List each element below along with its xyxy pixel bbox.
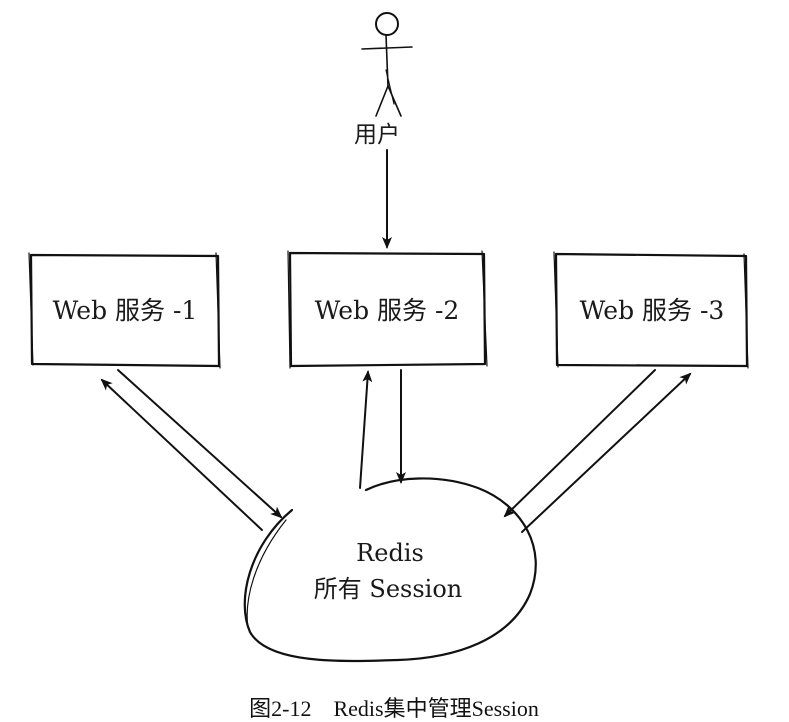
- web-service-1-box: Web 服务 -1: [28, 252, 221, 369]
- all-session-label: 所有 Session: [314, 575, 463, 603]
- user-label: 用户: [354, 122, 400, 148]
- redis-cloud-shape: [243, 477, 537, 663]
- user-actor: 用户: [354, 12, 413, 148]
- web-service-3-box: Web 服务 -3: [553, 251, 749, 369]
- service-1-to-redis-arrow: [117, 369, 283, 519]
- web-service-1-label: Web 服务 -1: [53, 296, 198, 325]
- session-diagram: 用户 Web 服务 -1 Web 服务 -2 Web 服务 -3 Redis 所…: [28, 12, 749, 721]
- redis-to-service-1-arrow: [100, 378, 263, 531]
- figure-caption: 图2-12 Redis集中管理Session: [249, 696, 539, 721]
- web-service-3-label: Web 服务 -3: [580, 296, 725, 325]
- web-service-2-label: Web 服务 -2: [315, 296, 460, 325]
- service-3-to-redis-arrow: [503, 369, 656, 518]
- redis-to-service-2-arrow: [359, 370, 373, 489]
- stick-figure-user-icon: [361, 12, 413, 117]
- redis-label: Redis: [356, 539, 424, 567]
- redis-to-service-3-arrow: [521, 372, 692, 533]
- redis-session-store: Redis 所有 Session: [243, 477, 537, 663]
- web-service-2-box: Web 服务 -2: [287, 250, 488, 369]
